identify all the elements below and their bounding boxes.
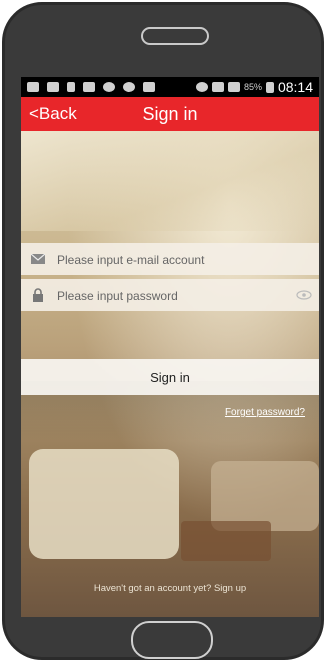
- wifi-icon: [211, 82, 224, 92]
- screenshot-icon: [143, 82, 155, 92]
- sync-icon: [123, 82, 135, 92]
- email-field-row: [21, 243, 319, 277]
- image-icon: [47, 82, 59, 92]
- app-bar: <Back Sign in: [21, 97, 319, 131]
- battery-icon: [265, 81, 274, 93]
- home-button[interactable]: [131, 621, 213, 659]
- signal-icon: [227, 82, 240, 92]
- signin-background: Sign in Forget password? Haven't got an …: [21, 131, 319, 617]
- status-time: 08:14: [277, 79, 313, 95]
- mail-icon: [31, 252, 45, 266]
- password-field-row: [21, 279, 319, 313]
- battery-percent: 85%: [243, 82, 262, 92]
- email-input[interactable]: [55, 243, 289, 277]
- background-sofa: [29, 449, 179, 559]
- usb-icon: [67, 82, 75, 92]
- status-bar: 85% 08:14: [21, 77, 319, 97]
- password-input[interactable]: [55, 279, 289, 313]
- phone-speaker: [141, 27, 209, 45]
- lock-icon: [31, 288, 45, 302]
- amazon-icon: [103, 82, 115, 92]
- phone-frame: 85% 08:14 <Back Sign in Please input e-m…: [2, 2, 324, 660]
- background-table: [181, 521, 271, 561]
- download-icon: [83, 82, 95, 92]
- back-button[interactable]: <Back: [29, 104, 77, 124]
- forget-password-link[interactable]: Forget password?: [225, 407, 305, 418]
- notification-icon: [27, 82, 39, 92]
- signin-button[interactable]: Sign in: [21, 359, 319, 395]
- signup-link[interactable]: Haven't got an account yet? Sign up: [21, 583, 319, 594]
- background-ceiling: [21, 131, 319, 231]
- screen: 85% 08:14 <Back Sign in Please input e-m…: [21, 77, 319, 617]
- eye-icon[interactable]: [295, 287, 313, 303]
- alarm-icon: [195, 82, 208, 92]
